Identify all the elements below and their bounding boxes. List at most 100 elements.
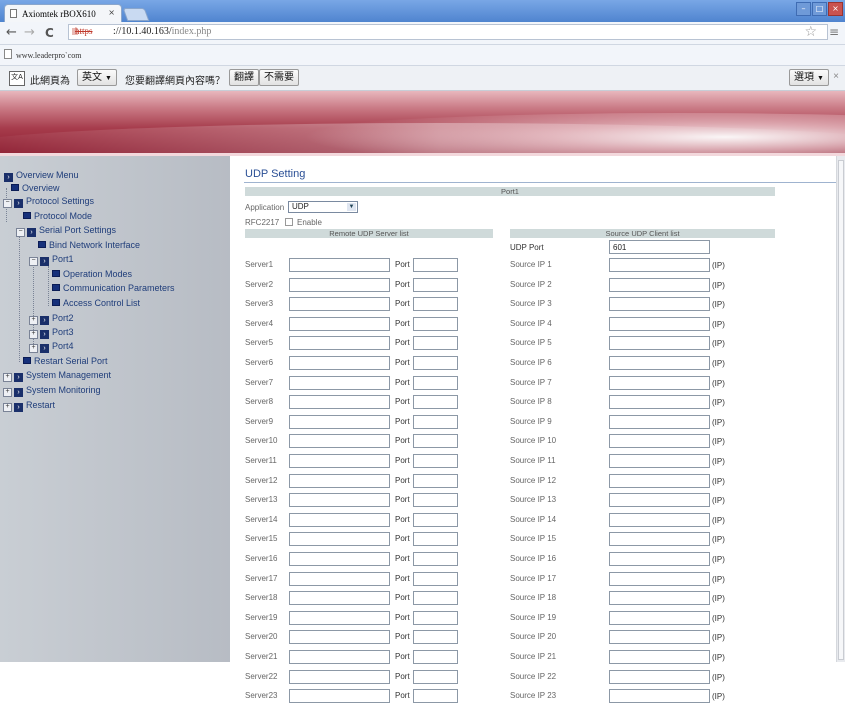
sidebar-item-bind-network-interface[interactable]: Bind Network Interface [38,240,140,250]
sidebar-item-port2[interactable]: + › Port2 [29,313,74,325]
server-ip-input[interactable] [289,670,390,684]
sidebar-item-access-control-list[interactable]: Access Control List [52,298,140,308]
server-port-input[interactable] [413,630,458,644]
server-port-input[interactable] [413,611,458,625]
server-port-input[interactable] [413,356,458,370]
server-ip-input[interactable] [289,454,390,468]
server-port-input[interactable] [413,493,458,507]
server-ip-input[interactable] [289,513,390,527]
source-ip-input[interactable] [609,317,710,331]
server-port-input[interactable] [413,689,458,703]
server-ip-input[interactable] [289,532,390,546]
server-ip-input[interactable] [289,258,390,272]
sidebar-item-port3[interactable]: + › Port3 [29,327,74,339]
server-ip-input[interactable] [289,415,390,429]
minimize-button[interactable]: – [796,2,811,16]
server-port-input[interactable] [413,415,458,429]
sidebar-item-serial-port-settings[interactable]: − › Serial Port Settings [16,225,116,237]
source-ip-input[interactable] [609,336,710,350]
source-ip-input[interactable] [609,591,710,605]
source-ip-input[interactable] [609,670,710,684]
server-ip-input[interactable] [289,278,390,292]
rfc2217-enable-checkbox[interactable] [285,218,293,226]
server-ip-input[interactable] [289,552,390,566]
source-ip-input[interactable] [609,395,710,409]
server-ip-input[interactable] [289,376,390,390]
server-ip-input[interactable] [289,493,390,507]
source-ip-input[interactable] [609,258,710,272]
browser-menu-icon[interactable]: ≡ [829,25,839,39]
nope-button[interactable]: 不需要 [259,69,299,86]
udp-port-input[interactable] [609,240,710,254]
server-ip-input[interactable] [289,317,390,331]
server-port-input[interactable] [413,572,458,586]
server-port-input[interactable] [413,336,458,350]
tab-close-icon[interactable]: × [108,8,115,17]
server-ip-input[interactable] [289,611,390,625]
server-ip-input[interactable] [289,474,390,488]
server-port-input[interactable] [413,317,458,331]
server-port-input[interactable] [413,532,458,546]
server-port-input[interactable] [413,278,458,292]
server-ip-input[interactable] [289,434,390,448]
server-port-input[interactable] [413,434,458,448]
source-ip-input[interactable] [609,611,710,625]
source-ip-input[interactable] [609,376,710,390]
server-ip-input[interactable] [289,395,390,409]
sidebar-item-protocol-mode[interactable]: Protocol Mode [23,211,92,221]
server-port-input[interactable] [413,670,458,684]
sidebar-item-system-management[interactable]: + › System Management [3,370,111,382]
sidebar-item-protocol-settings[interactable]: − › Protocol Settings [3,196,94,208]
close-window-button[interactable]: × [828,2,843,16]
server-port-input[interactable] [413,552,458,566]
sidebar-item-port1[interactable]: − › Port1 [29,254,74,266]
source-ip-input[interactable] [609,474,710,488]
reload-icon[interactable]: C [45,26,54,40]
server-port-input[interactable] [413,297,458,311]
application-select[interactable]: UDP ▼ [288,201,358,213]
source-ip-input[interactable] [609,278,710,292]
sidebar-item-restart-serial-port[interactable]: Restart Serial Port [23,356,108,366]
sidebar-item-port4[interactable]: + › Port4 [29,341,74,353]
bookmark-star-icon[interactable]: ☆ [804,24,817,40]
bookmark-item[interactable]: www.leaderpro`com [4,49,81,60]
scrollbar-thumb[interactable] [838,160,844,660]
server-ip-input[interactable] [289,572,390,586]
server-port-input[interactable] [413,395,458,409]
server-port-input[interactable] [413,591,458,605]
forward-icon[interactable]: → [24,25,35,40]
server-port-input[interactable] [413,376,458,390]
translate-button[interactable]: 翻譯 [229,69,259,86]
server-ip-input[interactable] [289,336,390,350]
server-ip-input[interactable] [289,356,390,370]
source-ip-input[interactable] [609,689,710,703]
server-ip-input[interactable] [289,689,390,703]
back-icon[interactable]: ← [6,25,17,40]
source-ip-input[interactable] [609,513,710,527]
new-tab-button[interactable] [122,8,150,21]
source-ip-input[interactable] [609,356,710,370]
source-ip-input[interactable] [609,297,710,311]
sidebar-item-overview[interactable]: Overview [11,183,60,193]
server-port-input[interactable] [413,454,458,468]
browser-tab[interactable]: Axiomtek rBOX610 × [4,4,122,22]
server-port-input[interactable] [413,513,458,527]
maximize-button[interactable]: □ [812,2,827,16]
source-ip-input[interactable] [609,630,710,644]
server-ip-input[interactable] [289,591,390,605]
address-bar[interactable]: https ://10.1.40.163/index.php [68,24,828,40]
sidebar-item-restart[interactable]: + › Restart [3,400,55,412]
source-ip-input[interactable] [609,532,710,546]
source-ip-input[interactable] [609,552,710,566]
source-ip-input[interactable] [609,572,710,586]
server-port-input[interactable] [413,258,458,272]
sidebar-item-system-monitoring[interactable]: + › System Monitoring [3,385,101,397]
sidebar-item-operation-modes[interactable]: Operation Modes [52,269,132,279]
options-button[interactable]: 選項 ▼ [789,69,829,86]
scrollbar[interactable] [836,156,845,662]
source-ip-input[interactable] [609,415,710,429]
source-ip-input[interactable] [609,454,710,468]
server-ip-input[interactable] [289,297,390,311]
sidebar-item-overview-menu[interactable]: › Overview Menu [4,170,79,182]
language-select[interactable]: 英文 ▼ [77,69,117,86]
